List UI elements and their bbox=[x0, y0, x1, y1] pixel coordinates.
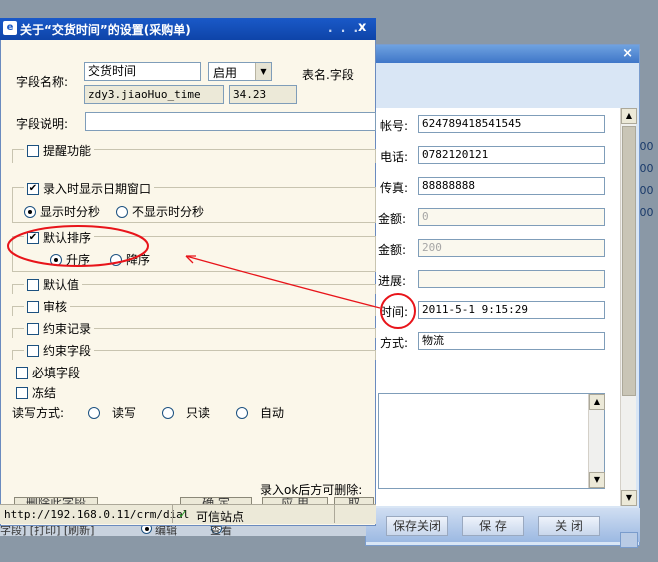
annotation-arrow bbox=[185, 255, 381, 309]
annotation-circle-time bbox=[380, 293, 416, 329]
annotation-ellipse-sort bbox=[7, 225, 149, 267]
annotation-overlay bbox=[7, 225, 416, 329]
